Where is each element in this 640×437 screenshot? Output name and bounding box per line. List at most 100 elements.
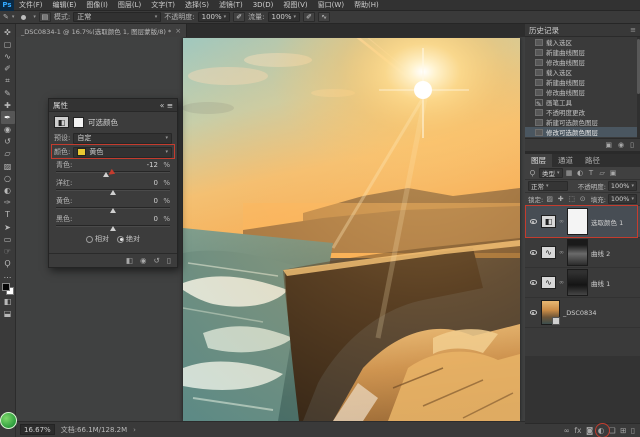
layer-name[interactable]: 曲线 1 [591,278,610,288]
close-icon[interactable]: × [175,27,181,35]
layer-name[interactable]: _DSC0834 [563,309,596,317]
new-doc-from-state-icon[interactable]: ▣ [605,141,612,149]
filter-pixel-icon[interactable]: ▦ [565,169,574,177]
menu-help[interactable]: 帮助(H) [349,0,384,11]
brush-picker-caret-icon[interactable]: ▾ [33,14,36,20]
relative-radio[interactable]: 相对 [86,234,109,244]
tab-paths[interactable]: 路径 [579,154,606,167]
brush-panel-toggle-icon[interactable]: ▤ [39,12,51,22]
menu-layer[interactable]: 图层(L) [113,0,146,11]
eyedropper-tool[interactable]: ✎ [1,87,15,99]
history-step[interactable]: 新建曲线图层 [525,77,640,87]
tab-layers[interactable]: 图层 [525,154,552,167]
menu-file[interactable]: 文件(F) [14,0,48,11]
filter-type-select[interactable]: 类型▾ [539,168,563,178]
lock-transparent-icon[interactable]: ▨ [545,195,554,203]
add-mask-icon[interactable]: ◙ [586,426,593,435]
history-step[interactable]: 修改曲线图层 [525,57,640,67]
brush-tool-icon[interactable]: ✎ [3,13,9,21]
visibility-eye-icon[interactable] [528,277,538,289]
visibility-eye-icon[interactable] [528,307,538,319]
history-step[interactable]: 不透明度更改 [525,107,640,117]
dodge-tool[interactable]: ◐ [1,184,15,196]
lasso-tool[interactable]: ∿ [1,50,15,62]
visibility-eye-icon[interactable] [528,216,538,228]
slider-thumb[interactable] [110,208,116,213]
type-tool[interactable]: T [1,209,15,221]
history-brush-tool[interactable]: ↺ [1,136,15,148]
gradient-tool[interactable]: ▨ [1,160,15,172]
tool-overflow[interactable]: … [1,270,15,282]
hand-tool[interactable]: ☞ [1,245,15,257]
slider-track[interactable] [56,187,170,195]
layer-row-curves-2[interactable]: ∿ ∞ 曲线 2 [525,238,640,268]
history-step[interactable]: 新建曲线图层 [525,47,640,57]
lock-all-icon[interactable]: ⊙ [578,195,587,203]
preset-select[interactable]: 自定 ▾ [73,133,172,144]
absolute-radio[interactable]: 绝对 [117,234,140,244]
quick-selection-tool[interactable]: ✐ [1,63,15,75]
reset-icon[interactable]: ↺ [154,256,160,265]
zoom-level-field[interactable]: 16.67% [20,424,55,435]
menu-image[interactable]: 图像(I) [81,0,113,11]
path-select-tool[interactable]: ➤ [1,221,15,233]
status-caret-icon[interactable]: › [133,426,136,434]
history-step-selected[interactable]: 修改可选颜色图层 [525,127,640,137]
history-panel-header[interactable]: 历史记录 ≡ [525,24,640,37]
document-tab[interactable]: _DSC0834-1 @ 16.7%(选取颜色 1, 图层蒙版/8) * × [16,24,187,37]
smoothing-icon[interactable]: ∿ [318,12,330,22]
blend-mode-select[interactable]: 正常 ▾ [73,12,161,22]
slider-thumb[interactable] [110,190,116,195]
zoom-tool[interactable]: Ϙ [1,258,15,270]
delete-layer-icon[interactable]: ▯ [631,426,635,435]
toggle-visibility-icon[interactable]: ◉ [140,256,147,265]
shape-tool[interactable]: ▭ [1,233,15,245]
new-layer-icon[interactable]: ⊞ [620,426,626,435]
layer-fill-select[interactable]: 100%▾ [608,194,637,204]
adjustment-layer-thumbnail[interactable]: ◧ [541,215,556,228]
menu-edit[interactable]: 编辑(E) [48,0,82,11]
tool-preset-caret-icon[interactable]: ▾ [12,14,15,20]
menu-view[interactable]: 视图(V) [278,0,312,11]
visibility-eye-icon[interactable] [528,247,538,259]
pen-tool[interactable]: ✑ [1,197,15,209]
new-adjustment-layer-icon[interactable]: ◐ [598,426,605,435]
filter-smartobject-icon[interactable]: ▣ [609,169,618,177]
layer-blend-mode-select[interactable]: 正常▾ [528,181,568,191]
layer-row-selective-color[interactable]: ◧ ∞ 选取颜色 1 [525,206,640,238]
delete-state-icon[interactable]: ▯ [630,141,634,149]
history-step[interactable]: ✎画笔工具 [525,97,640,107]
menu-filter[interactable]: 滤镜(T) [214,0,248,11]
layer-row-background-photo[interactable]: _DSC0834 [525,298,640,328]
lock-artboard-icon[interactable]: ⬚ [567,195,576,203]
color-swatches[interactable] [2,283,14,295]
opacity-select[interactable]: 100% ▾ [198,12,231,22]
screen-mode-button[interactable]: ⬓ [1,307,15,319]
layer-mask-thumbnail[interactable] [567,239,588,266]
history-step[interactable]: 载入选区 [525,67,640,77]
new-group-icon[interactable]: ❏ [609,426,616,435]
properties-panel-header[interactable]: 属性 « ≡ [49,99,177,112]
delete-adjustment-icon[interactable]: ▯ [167,256,171,265]
clone-stamp-tool[interactable]: ◉ [1,124,15,136]
history-step[interactable]: 修改曲线图层 [525,87,640,97]
layer-row-curves-1[interactable]: ∿ ∞ 曲线 1 [525,268,640,298]
adjustment-layer-thumbnail[interactable]: ∿ [541,276,556,289]
move-tool[interactable]: ✜ [1,26,15,38]
healing-brush-tool[interactable]: ✚ [1,99,15,111]
layer-name[interactable]: 曲线 2 [591,248,610,258]
color-select[interactable]: 黄色 ▾ [73,147,172,158]
menu-window[interactable]: 窗口(W) [313,0,349,11]
filter-adjustment-icon[interactable]: ◐ [576,169,585,177]
tab-channels[interactable]: 通道 [552,154,579,167]
collapse-icon[interactable]: « [160,101,165,110]
slider-value[interactable]: -12 [147,161,158,169]
layer-style-fx-icon[interactable]: fx [574,426,581,435]
clip-to-layer-icon[interactable]: ◧ [126,256,133,265]
marquee-tool[interactable]: ▢ [1,38,15,50]
layer-mask-thumbnail[interactable] [567,208,588,235]
eraser-tool[interactable]: ▱ [1,148,15,160]
layer-mask-thumbnail[interactable] [567,269,588,296]
foreground-color-swatch[interactable] [2,283,10,291]
photo-layer-thumbnail[interactable] [541,300,560,325]
